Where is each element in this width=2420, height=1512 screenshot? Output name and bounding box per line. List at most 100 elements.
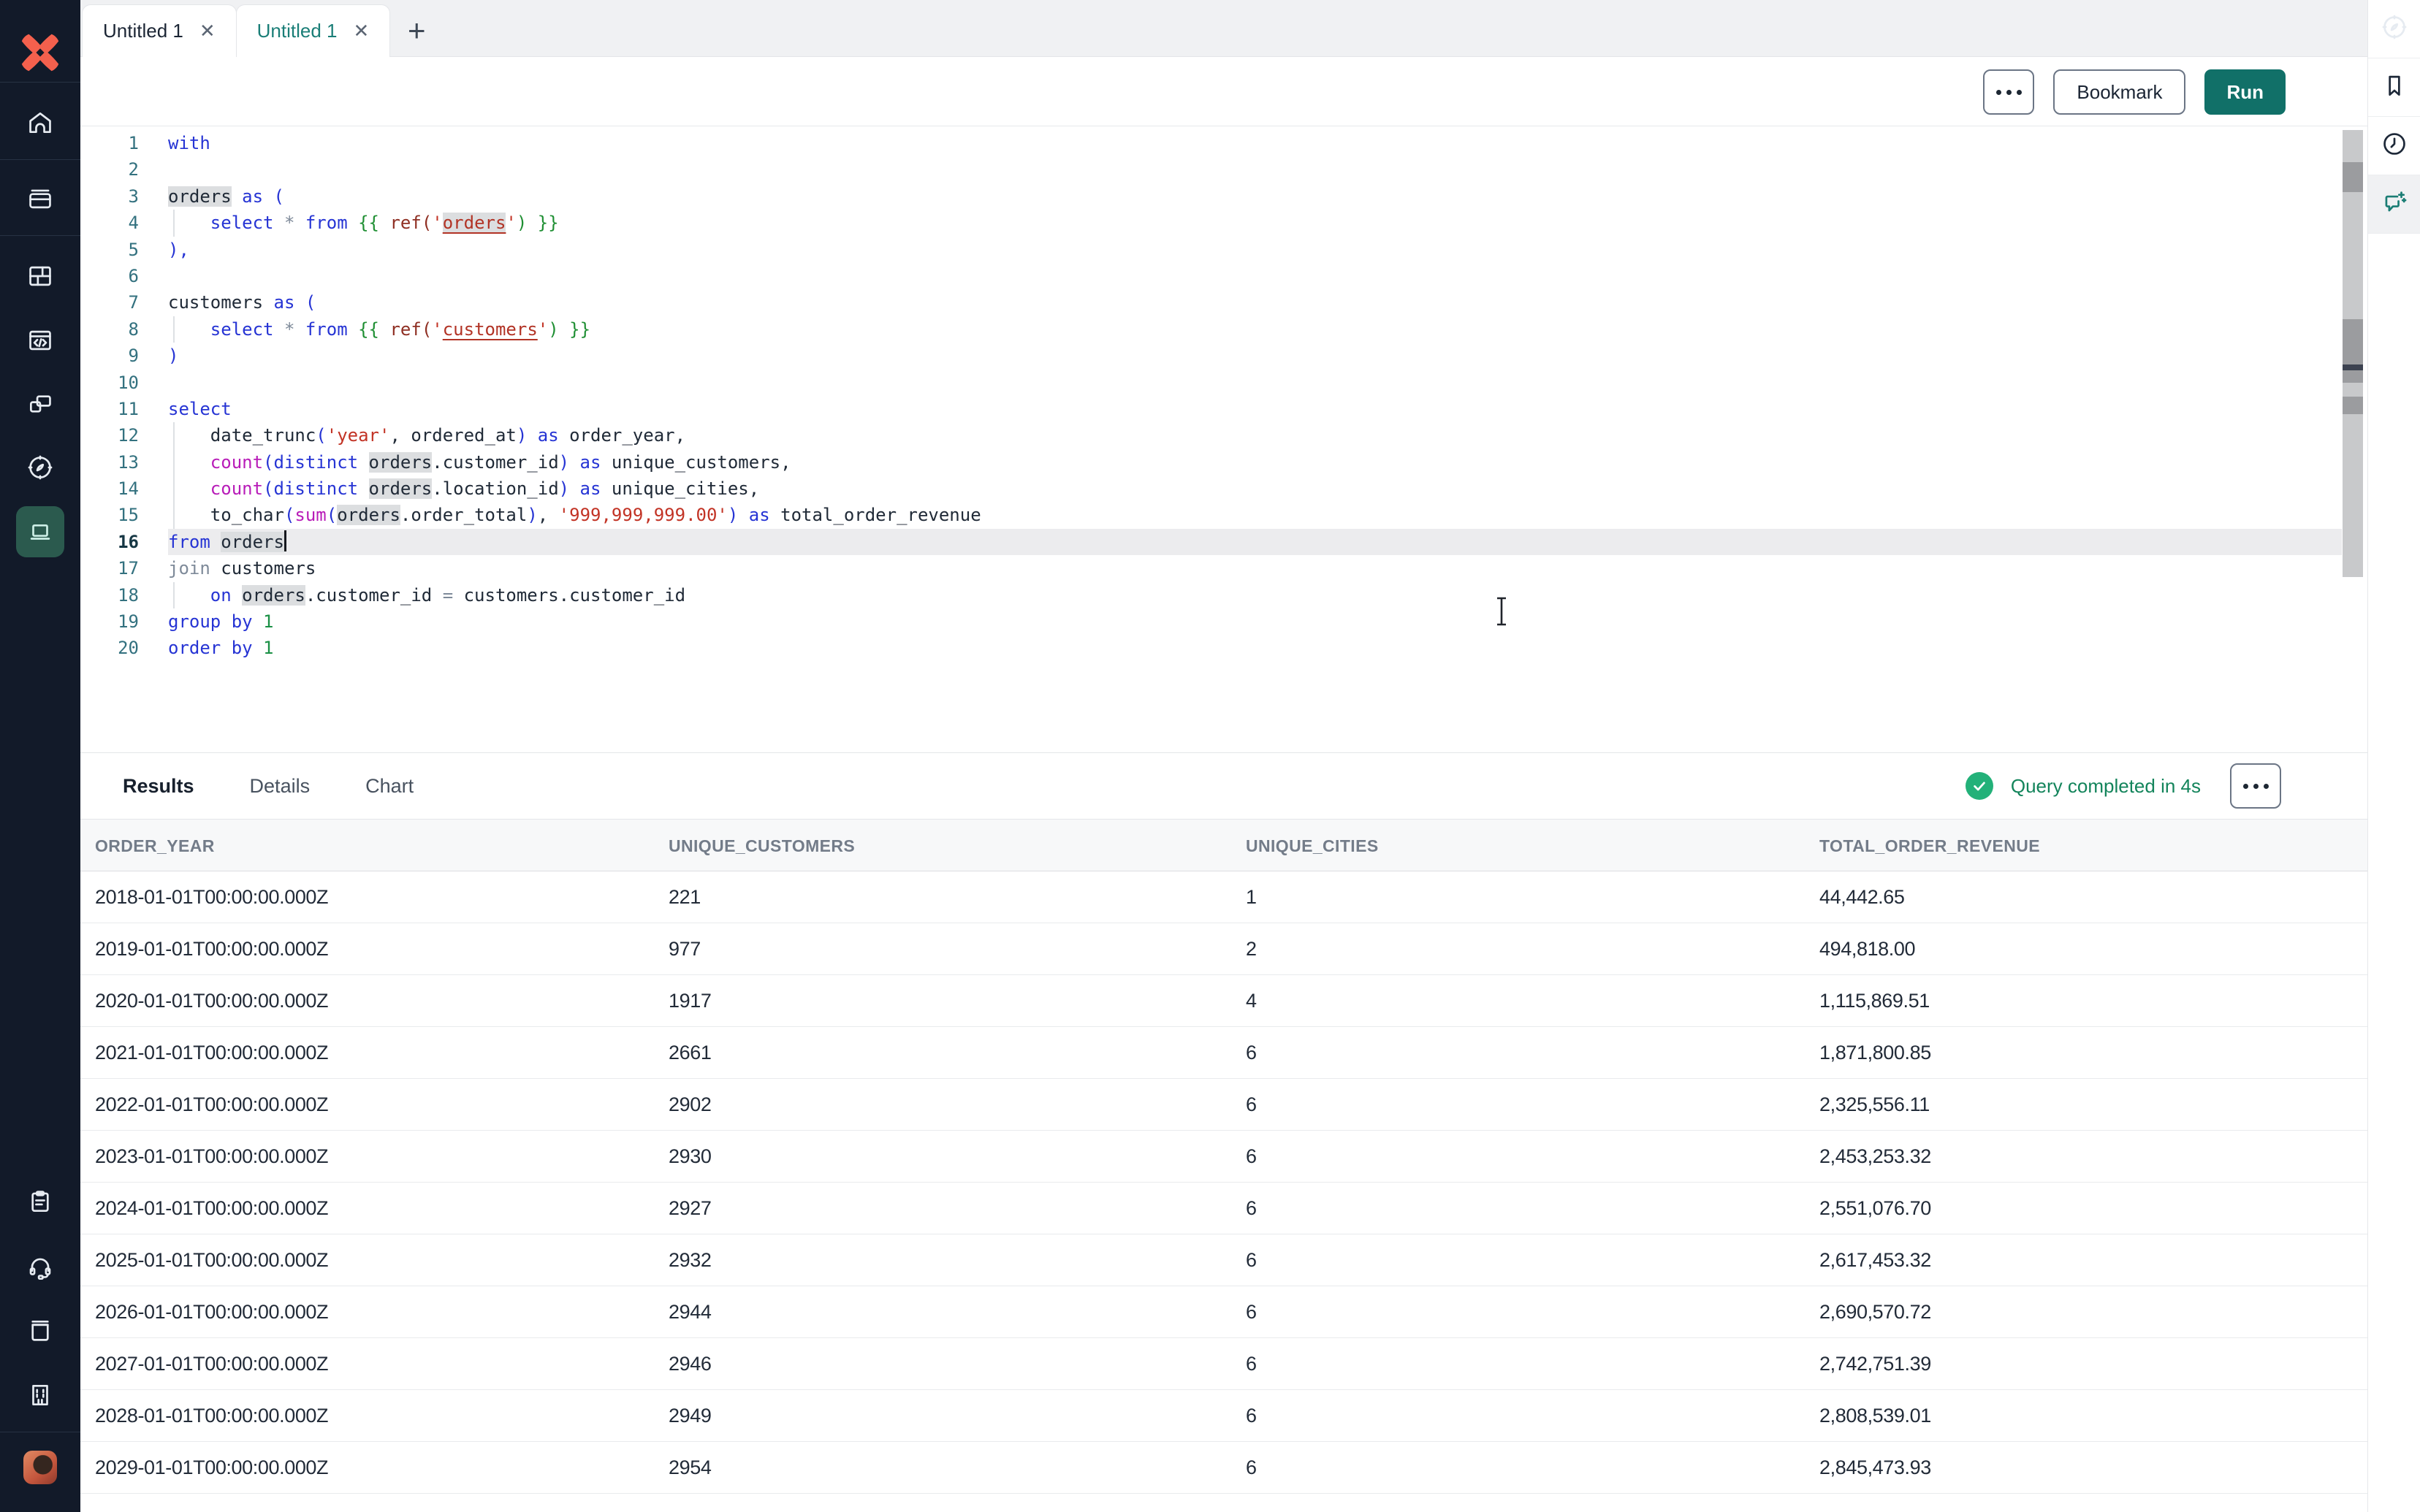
table-row[interactable]: 2029-01-01T00:00:00.000Z295462,845,473.9… (80, 1442, 2367, 1494)
table-cell: 1,871,800.85 (1819, 1027, 1931, 1078)
code-line-11[interactable]: 11select (80, 396, 2342, 422)
code-text: customers as ( (168, 289, 2342, 316)
sql-editor[interactable]: 1with23orders as (4 select * from {{ ref… (80, 126, 2342, 752)
right-sidebar-item-ai-chat[interactable] (2368, 175, 2420, 234)
sidebar-item-book[interactable] (0, 1299, 80, 1363)
sidebar-item-logo[interactable] (0, 20, 80, 85)
code-line-17[interactable]: 17join customers (80, 555, 2342, 581)
sidebar-divider (0, 159, 80, 160)
table-cell: 1917 (669, 975, 711, 1026)
table-cell: 6 (1246, 1234, 1257, 1286)
code-line-12[interactable]: 12 date_trunc('year', ordered_at) as ord… (80, 422, 2342, 448)
right-sidebar (2367, 0, 2420, 1512)
results-tab-chart[interactable]: Chart (365, 775, 414, 798)
code-line-2[interactable]: 2 (80, 156, 2342, 183)
code-line-8[interactable]: 8 select * from {{ ref('customers') }} (80, 316, 2342, 343)
code-line-3[interactable]: 3orders as ( (80, 183, 2342, 210)
code-line-18[interactable]: 18 on orders.customer_id = customers.cus… (80, 582, 2342, 608)
table-cell: 2879 (669, 1494, 711, 1512)
table-cell: 2022-01-01T00:00:00.000Z (95, 1079, 328, 1130)
code-line-16[interactable]: 16from orders (80, 529, 2342, 555)
table-row[interactable]: 2022-01-01T00:00:00.000Z290262,325,556.1… (80, 1079, 2367, 1131)
column-header-unique_cities[interactable]: UNIQUE_CITIES (1246, 820, 1379, 872)
new-tab-button[interactable]: + (390, 4, 443, 57)
app-window: Untitled 1✕Untitled 1✕+ Bookmark Run 1wi… (0, 0, 2420, 1512)
query-status-text: Query completed in 4s (2011, 775, 2201, 798)
file-tab-2[interactable]: Untitled 1✕ (236, 4, 391, 57)
editor-toolbar: Bookmark Run (80, 57, 2367, 126)
table-cell: 6 (1246, 1131, 1257, 1182)
sidebar-item-home[interactable] (0, 91, 80, 155)
table-cell: 2944 (669, 1286, 711, 1337)
table-row[interactable]: 2023-01-01T00:00:00.000Z293062,453,253.3… (80, 1131, 2367, 1183)
sidebar-item-bricks[interactable] (0, 244, 80, 308)
line-number: 3 (80, 183, 139, 210)
results-tab-results[interactable]: Results (123, 775, 194, 798)
editor-scrollbar[interactable] (2343, 130, 2363, 577)
code-line-13[interactable]: 13 count(distinct orders.customer_id) as… (80, 449, 2342, 476)
code-line-14[interactable]: 14 count(distinct orders.location_id) as… (80, 476, 2342, 502)
sidebar-item-headset[interactable] (0, 1235, 80, 1299)
code-text: count(distinct orders.location_id) as un… (168, 476, 2342, 502)
sidebar-item-code-window[interactable] (0, 308, 80, 373)
results-tab-details[interactable]: Details (250, 775, 311, 798)
ai-chat-icon (2381, 188, 2408, 220)
code-line-15[interactable]: 15 to_char(sum(orders.order_total), '999… (80, 502, 2342, 528)
table-row[interactable]: 2028-01-01T00:00:00.000Z294962,808,539.0… (80, 1390, 2367, 1442)
table-row[interactable]: 2020-01-01T00:00:00.000Z191741,115,869.5… (80, 975, 2367, 1027)
scrollbar-thumb[interactable] (2343, 162, 2363, 192)
scrollbar-thumb[interactable] (2343, 370, 2363, 383)
code-line-1[interactable]: 1with (80, 130, 2342, 156)
table-row[interactable]: 2030-01-01T00:00:00.000Z287961,841,049.3… (80, 1494, 2367, 1512)
results-more-button[interactable] (2230, 763, 2281, 809)
code-line-5[interactable]: 5), (80, 237, 2342, 263)
code-line-7[interactable]: 7customers as ( (80, 289, 2342, 316)
table-row[interactable]: 2021-01-01T00:00:00.000Z266161,871,800.8… (80, 1027, 2367, 1079)
code-line-10[interactable]: 10 (80, 370, 2342, 396)
run-button[interactable]: Run (2204, 69, 2286, 115)
code-line-4[interactable]: 4 select * from {{ ref('orders') }} (80, 210, 2342, 236)
close-tab-icon[interactable]: ✕ (353, 20, 369, 42)
line-number: 12 (80, 422, 139, 448)
scrollbar-thumb[interactable] (2343, 319, 2363, 365)
right-sidebar-item-bookmark[interactable] (2368, 58, 2420, 117)
sidebar-item-drawer[interactable] (0, 167, 80, 231)
bookmark-button[interactable]: Bookmark (2053, 69, 2185, 115)
tab-label: Untitled 1 (103, 20, 183, 42)
sidebar-item-clipboard[interactable] (0, 1169, 80, 1234)
text-cursor-pointer (1492, 596, 1511, 630)
code-text: order by 1 (168, 635, 2342, 661)
code-text: select * from {{ ref('customers') }} (168, 316, 2342, 343)
file-tab-1[interactable]: Untitled 1 ✕ (82, 4, 237, 57)
table-cell: 2,808,539.01 (1819, 1390, 1931, 1441)
right-sidebar-item-compass[interactable] (2368, 0, 2420, 58)
more-options-button[interactable] (1983, 69, 2034, 115)
logo-icon (17, 29, 64, 76)
sidebar-item-compass[interactable] (0, 435, 80, 500)
table-body: 2018-01-01T00:00:00.000Z221144,442.65201… (80, 871, 2367, 1512)
scrollbar-thumb[interactable] (2343, 397, 2363, 414)
column-header-unique_customers[interactable]: UNIQUE_CUSTOMERS (669, 820, 855, 872)
table-row[interactable]: 2018-01-01T00:00:00.000Z221144,442.65 (80, 871, 2367, 923)
table-row[interactable]: 2026-01-01T00:00:00.000Z294462,690,570.7… (80, 1286, 2367, 1338)
table-cell: 6 (1246, 1079, 1257, 1130)
right-sidebar-item-clock[interactable] (2368, 117, 2420, 175)
table-cell: 2,325,556.11 (1819, 1079, 1930, 1130)
table-row[interactable]: 2024-01-01T00:00:00.000Z292762,551,076.7… (80, 1183, 2367, 1234)
sidebar-item-building[interactable] (0, 1363, 80, 1427)
code-line-6[interactable]: 6 (80, 263, 2342, 289)
sidebar-item-laptop[interactable] (0, 500, 80, 564)
table-row[interactable]: 2027-01-01T00:00:00.000Z294662,742,751.3… (80, 1338, 2367, 1390)
column-header-total_order_revenue[interactable]: TOTAL_ORDER_REVENUE (1819, 820, 2040, 872)
code-line-19[interactable]: 19group by 1 (80, 608, 2342, 635)
clock-icon (2381, 130, 2408, 161)
table-row[interactable]: 2025-01-01T00:00:00.000Z293262,617,453.3… (80, 1234, 2367, 1286)
code-line-9[interactable]: 9) (80, 343, 2342, 369)
avatar[interactable] (23, 1451, 57, 1484)
code-line-20[interactable]: 20order by 1 (80, 635, 2342, 661)
left-sidebar (0, 0, 80, 1512)
table-row[interactable]: 2019-01-01T00:00:00.000Z9772494,818.00 (80, 923, 2367, 975)
column-header-order_year[interactable]: ORDER_YEAR (95, 820, 215, 872)
sidebar-item-windows[interactable] (0, 372, 80, 436)
close-tab-icon[interactable]: ✕ (199, 20, 216, 42)
